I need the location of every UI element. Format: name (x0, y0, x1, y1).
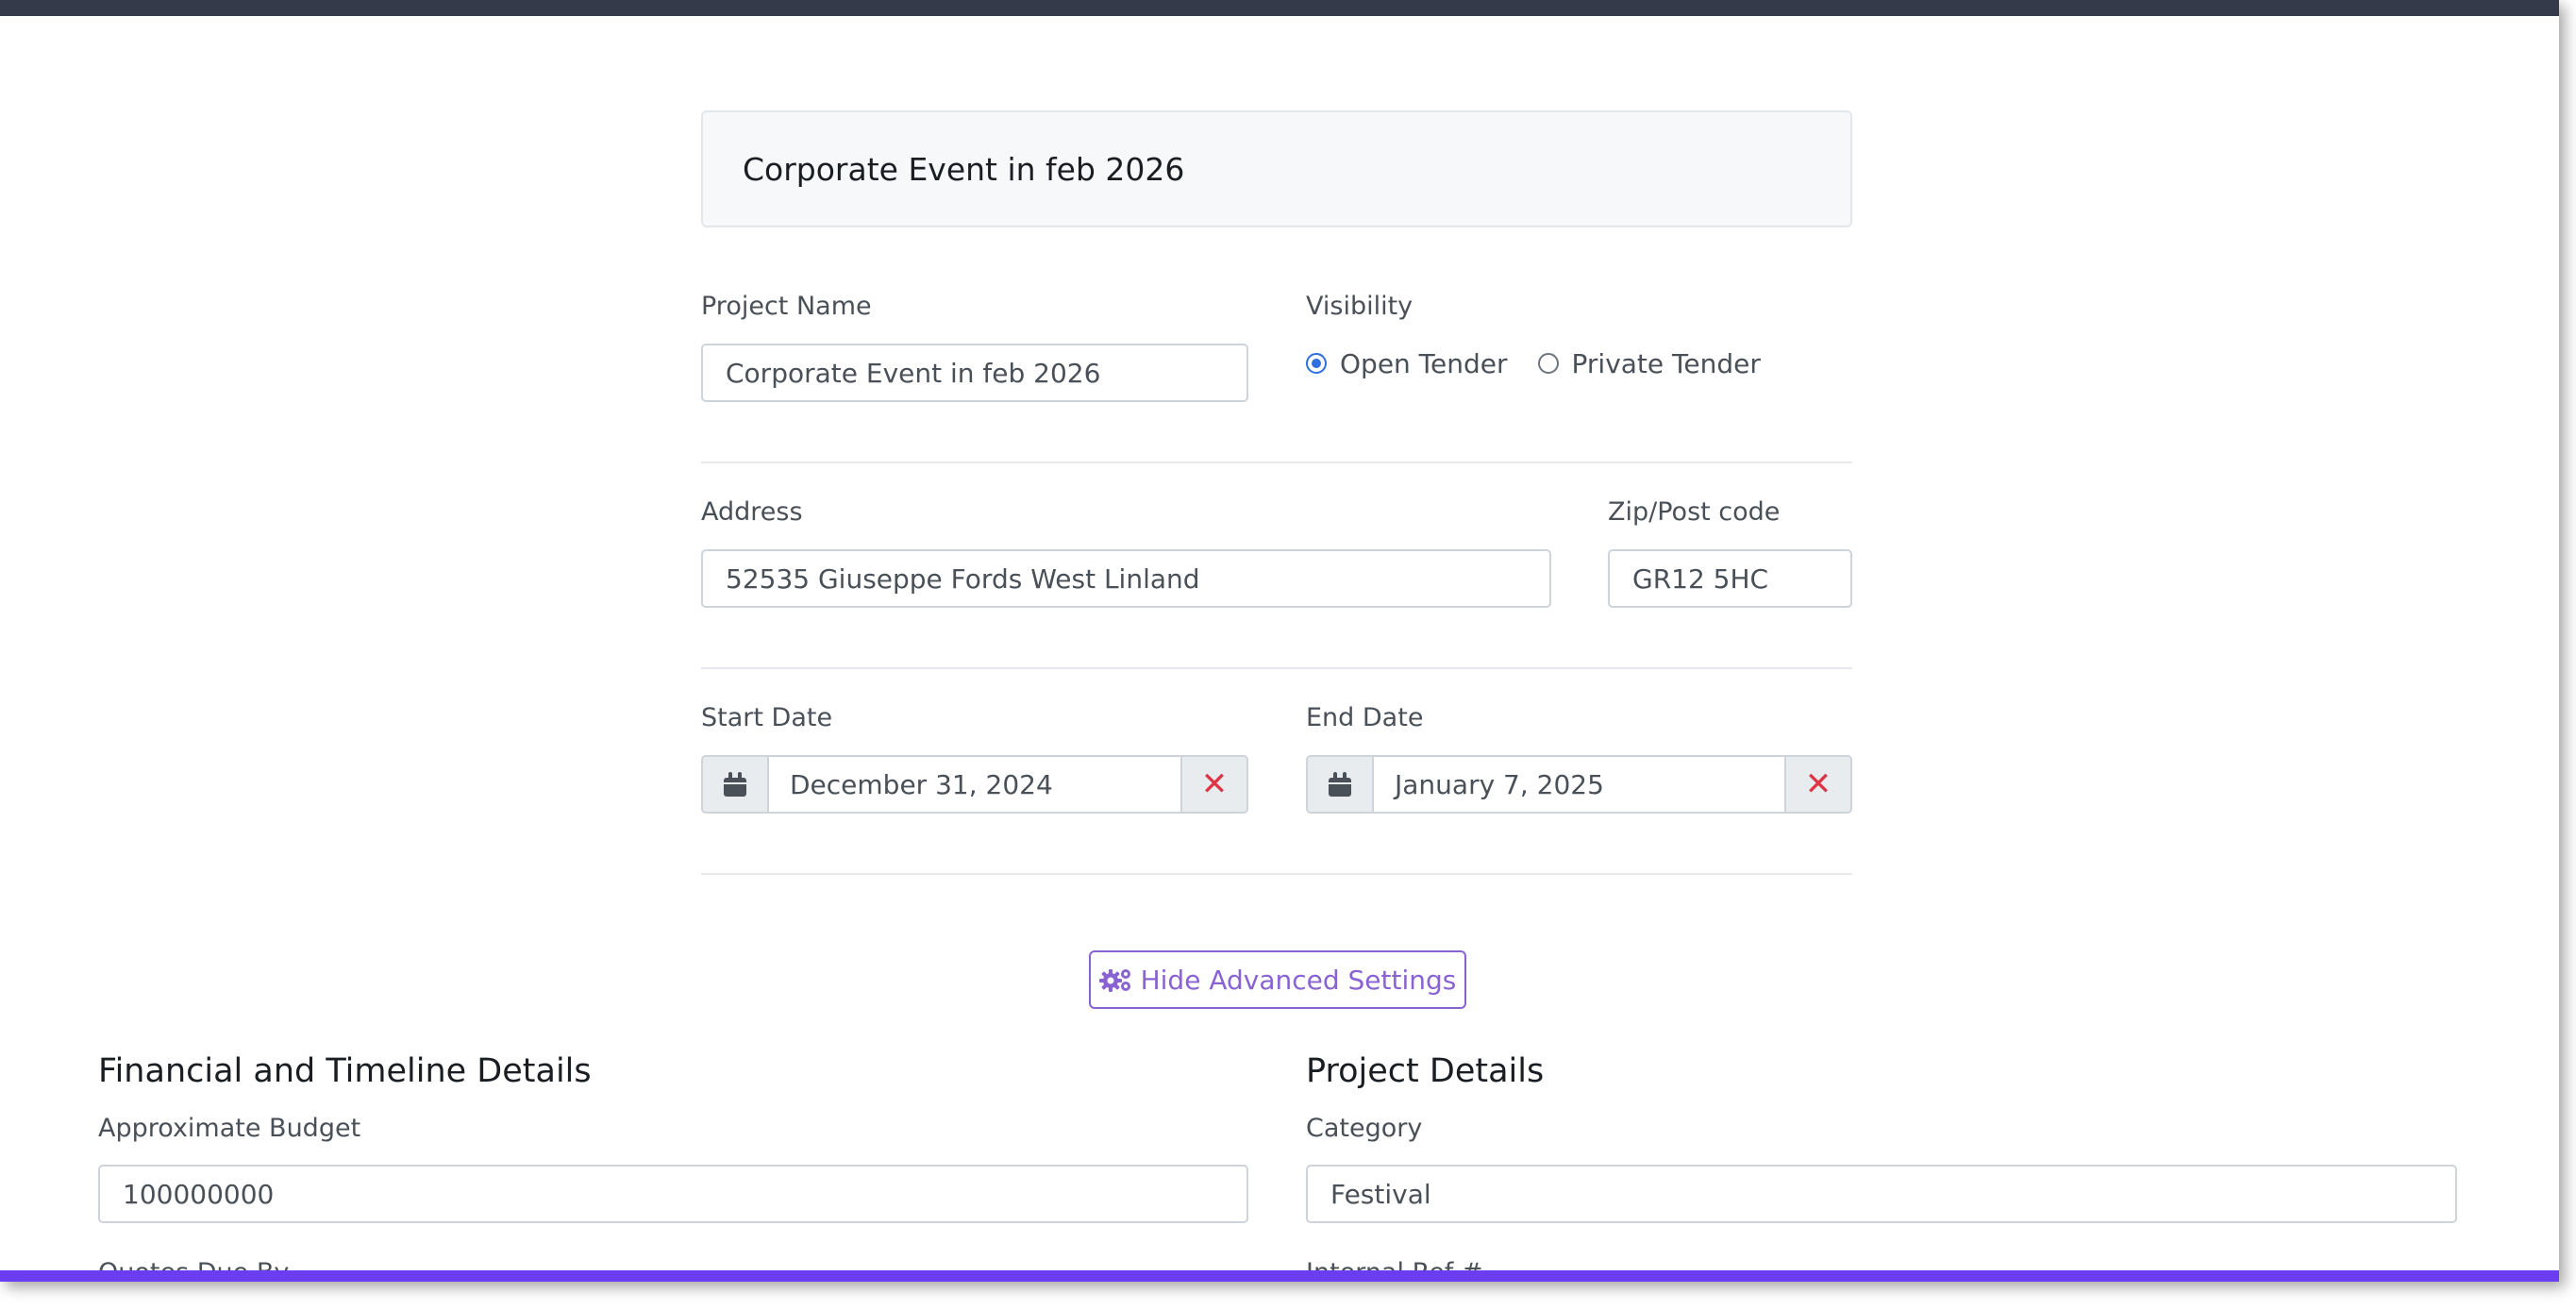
category-label: Category (1306, 1114, 1423, 1143)
start-date-value: December 31, 2024 (790, 768, 1053, 800)
radio-open-tender[interactable]: Open Tender (1306, 348, 1508, 379)
project-name-label: Project Name (701, 292, 872, 321)
app-window: Corporate Event in feb 2026 Project Name… (0, 0, 2559, 1282)
zip-label: Zip/Post code (1608, 497, 1781, 527)
hide-advanced-settings-button[interactable]: Hide Advanced Settings (1089, 950, 1466, 1009)
close-icon: ✕ (1200, 765, 1229, 803)
radio-open-tender-label[interactable]: Open Tender (1340, 348, 1508, 379)
visibility-radio-group: Open Tender Private Tender (1306, 346, 1791, 380)
calendar-icon (1329, 772, 1351, 797)
start-date-picker: December 31, 2024 ✕ (701, 755, 1248, 814)
end-date-clear-button[interactable]: ✕ (1784, 757, 1850, 812)
end-date-input[interactable]: January 7, 2025 (1374, 757, 1784, 812)
start-date-calendar-button[interactable] (703, 757, 769, 812)
start-date-input[interactable]: December 31, 2024 (769, 757, 1180, 812)
budget-value: 100000000 (123, 1178, 275, 1210)
project-details-section-title: Project Details (1306, 1052, 1545, 1090)
radio-private-tender-label[interactable]: Private Tender (1572, 348, 1761, 379)
radio-private-tender[interactable]: Private Tender (1537, 348, 1761, 379)
gears-icon (1098, 966, 1133, 993)
zip-value: GR12 5HC (1632, 563, 1769, 595)
top-navbar (0, 0, 2559, 16)
budget-label: Approximate Budget (98, 1114, 361, 1143)
project-name-input[interactable]: Corporate Event in feb 2026 (701, 344, 1248, 402)
address-value: 52535 Giuseppe Fords West Linland (726, 563, 1200, 595)
start-date-label: Start Date (701, 703, 833, 732)
start-date-clear-button[interactable]: ✕ (1180, 757, 1246, 812)
zip-input[interactable]: GR12 5HC (1608, 549, 1852, 608)
quotes-due-label: Quotes Due By (98, 1258, 290, 1282)
divider (701, 667, 1852, 669)
category-value: Festival (1330, 1178, 1431, 1210)
radio-open-tender-input[interactable] (1306, 353, 1327, 374)
address-label: Address (701, 497, 803, 527)
close-icon: ✕ (1804, 765, 1832, 803)
project-header-card: Corporate Event in feb 2026 (701, 110, 1852, 227)
end-date-calendar-button[interactable] (1308, 757, 1374, 812)
divider (701, 873, 1852, 875)
radio-private-tender-input[interactable] (1537, 353, 1559, 374)
project-name-value: Corporate Event in feb 2026 (726, 357, 1101, 389)
financial-section-title: Financial and Timeline Details (98, 1052, 592, 1090)
end-date-picker: January 7, 2025 ✕ (1306, 755, 1852, 814)
end-date-label: End Date (1306, 703, 1424, 732)
hide-advanced-settings-label: Hide Advanced Settings (1140, 964, 1457, 996)
category-input[interactable]: Festival (1306, 1165, 2457, 1223)
calendar-icon (724, 772, 746, 797)
budget-input[interactable]: 100000000 (98, 1165, 1248, 1223)
internal-ref-label: Internal Ref # (1306, 1258, 1483, 1282)
visibility-label: Visibility (1306, 292, 1413, 321)
divider (701, 462, 1852, 463)
end-date-value: January 7, 2025 (1395, 768, 1604, 800)
page-title: Corporate Event in feb 2026 (743, 150, 1185, 188)
address-input[interactable]: 52535 Giuseppe Fords West Linland (701, 549, 1551, 608)
